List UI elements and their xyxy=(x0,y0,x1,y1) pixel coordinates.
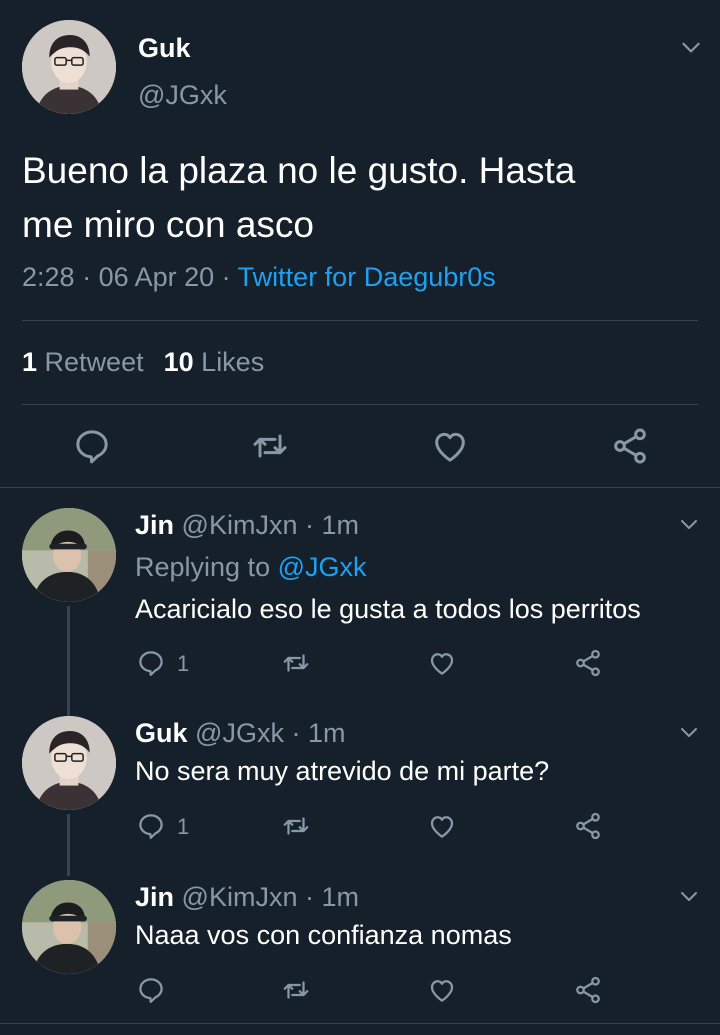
share-icon[interactable] xyxy=(610,426,650,466)
retweet-icon[interactable] xyxy=(281,648,311,678)
tweet-text: Bueno la plaza no le gusto. Hasta me mir… xyxy=(22,144,692,252)
share-icon[interactable] xyxy=(573,975,603,1005)
divider xyxy=(0,487,720,488)
reply-header: Jin @KimJxn · 1m xyxy=(135,882,359,913)
replying-to-handle[interactable]: @JGxk xyxy=(278,552,367,582)
retweet-icon[interactable] xyxy=(281,975,311,1005)
display-name[interactable]: Jin xyxy=(135,510,174,540)
chevron-down-icon[interactable] xyxy=(678,34,704,60)
meta-separator: · xyxy=(283,718,308,748)
display-name[interactable]: Guk xyxy=(135,718,188,748)
display-name[interactable]: Guk xyxy=(138,33,191,64)
avatar[interactable] xyxy=(22,880,116,974)
chevron-down-icon[interactable] xyxy=(677,512,701,536)
divider xyxy=(0,1023,720,1024)
reply-header: Jin @KimJxn · 1m xyxy=(135,510,359,541)
reply-actions xyxy=(0,973,720,1013)
display-name[interactable]: Jin xyxy=(135,882,174,912)
user-photo xyxy=(22,508,116,602)
tweet-stats: 1 Retweet 10 Likes xyxy=(22,347,264,378)
reply-time: 1m xyxy=(321,882,359,912)
user-handle[interactable]: @KimJxn xyxy=(182,510,298,540)
tweet-actions xyxy=(0,420,720,470)
reply-actions: 1 xyxy=(0,646,720,686)
tweet-source-link[interactable]: Twitter for Daegubr0s xyxy=(238,262,496,292)
tweet-thread-screen: Guk @JGxk Bueno la plaza no le gusto. Ha… xyxy=(0,0,720,1035)
meta-separator: · xyxy=(214,262,238,292)
retweets-label: Retweet xyxy=(44,347,144,377)
user-handle[interactable]: @KimJxn xyxy=(182,882,298,912)
user-handle[interactable]: @JGxk xyxy=(195,718,284,748)
like-icon[interactable] xyxy=(427,975,457,1005)
avatar[interactable] xyxy=(22,508,116,602)
reply-time: 1m xyxy=(321,510,359,540)
user-handle[interactable]: @JGxk xyxy=(138,80,227,111)
likes-stat[interactable]: 10 Likes xyxy=(164,347,265,377)
replying-to-label: Replying to xyxy=(135,552,278,582)
reply-icon[interactable] xyxy=(136,648,166,678)
retweets-count: 1 xyxy=(22,347,38,377)
tweet-text-line-2: me miro con asco xyxy=(22,204,314,245)
chevron-down-icon[interactable] xyxy=(677,720,701,744)
reply-tweet[interactable]: Guk @JGxk · 1m No sera muy atrevido de m… xyxy=(0,716,720,876)
reply-tweet[interactable]: Jin @KimJxn · 1m Naaa vos con confianza … xyxy=(0,880,720,1020)
reply-icon[interactable] xyxy=(136,811,166,841)
chevron-down-icon[interactable] xyxy=(677,884,701,908)
meta-separator: · xyxy=(297,510,322,540)
user-photo xyxy=(22,880,116,974)
avatar[interactable] xyxy=(22,716,116,810)
like-icon[interactable] xyxy=(430,426,470,466)
reply-actions: 1 xyxy=(0,809,720,849)
likes-count: 10 xyxy=(163,347,194,377)
reply-header: Guk @JGxk · 1m xyxy=(135,718,345,749)
user-photo xyxy=(22,20,116,114)
reply-count: 1 xyxy=(177,814,190,839)
meta-separator: · xyxy=(74,262,99,292)
tweet-text-line-1: Bueno la plaza no le gusto. Hasta xyxy=(22,150,576,191)
reply-count: 1 xyxy=(177,651,190,676)
reply-tweet[interactable]: Jin @KimJxn · 1m Replying to @JGxk Acari… xyxy=(0,508,720,716)
main-tweet: Guk @JGxk Bueno la plaza no le gusto. Ha… xyxy=(0,0,720,488)
like-icon[interactable] xyxy=(427,648,457,678)
divider xyxy=(22,320,698,321)
meta-separator: · xyxy=(297,882,322,912)
reply-icon[interactable] xyxy=(72,426,112,466)
avatar[interactable] xyxy=(22,20,116,114)
reply-icon[interactable] xyxy=(136,975,166,1005)
retweet-icon[interactable] xyxy=(281,811,311,841)
tweet-header: Guk @JGxk xyxy=(22,20,702,116)
like-icon[interactable] xyxy=(427,811,457,841)
tweet-meta: 2:28 · 06 Apr 20 · Twitter for Daegubr0s xyxy=(22,262,496,293)
retweet-icon[interactable] xyxy=(250,426,290,466)
tweet-date: 06 Apr 20 xyxy=(98,262,215,292)
reply-text: No sera muy atrevido de mi parte? xyxy=(135,756,550,786)
reply-text: Naaa vos con confianza nomas xyxy=(135,920,512,950)
reply-text: Acaricialo eso le gusta a todos los perr… xyxy=(135,594,641,624)
share-icon[interactable] xyxy=(573,648,603,678)
divider xyxy=(22,404,698,405)
reply-time: 1m xyxy=(307,718,346,748)
share-icon[interactable] xyxy=(573,811,603,841)
likes-label: Likes xyxy=(201,347,265,377)
retweets-stat[interactable]: 1 Retweet xyxy=(22,347,144,377)
replying-to: Replying to @JGxk xyxy=(135,552,367,583)
tweet-time: 2:28 xyxy=(22,262,75,292)
user-photo xyxy=(22,716,116,810)
